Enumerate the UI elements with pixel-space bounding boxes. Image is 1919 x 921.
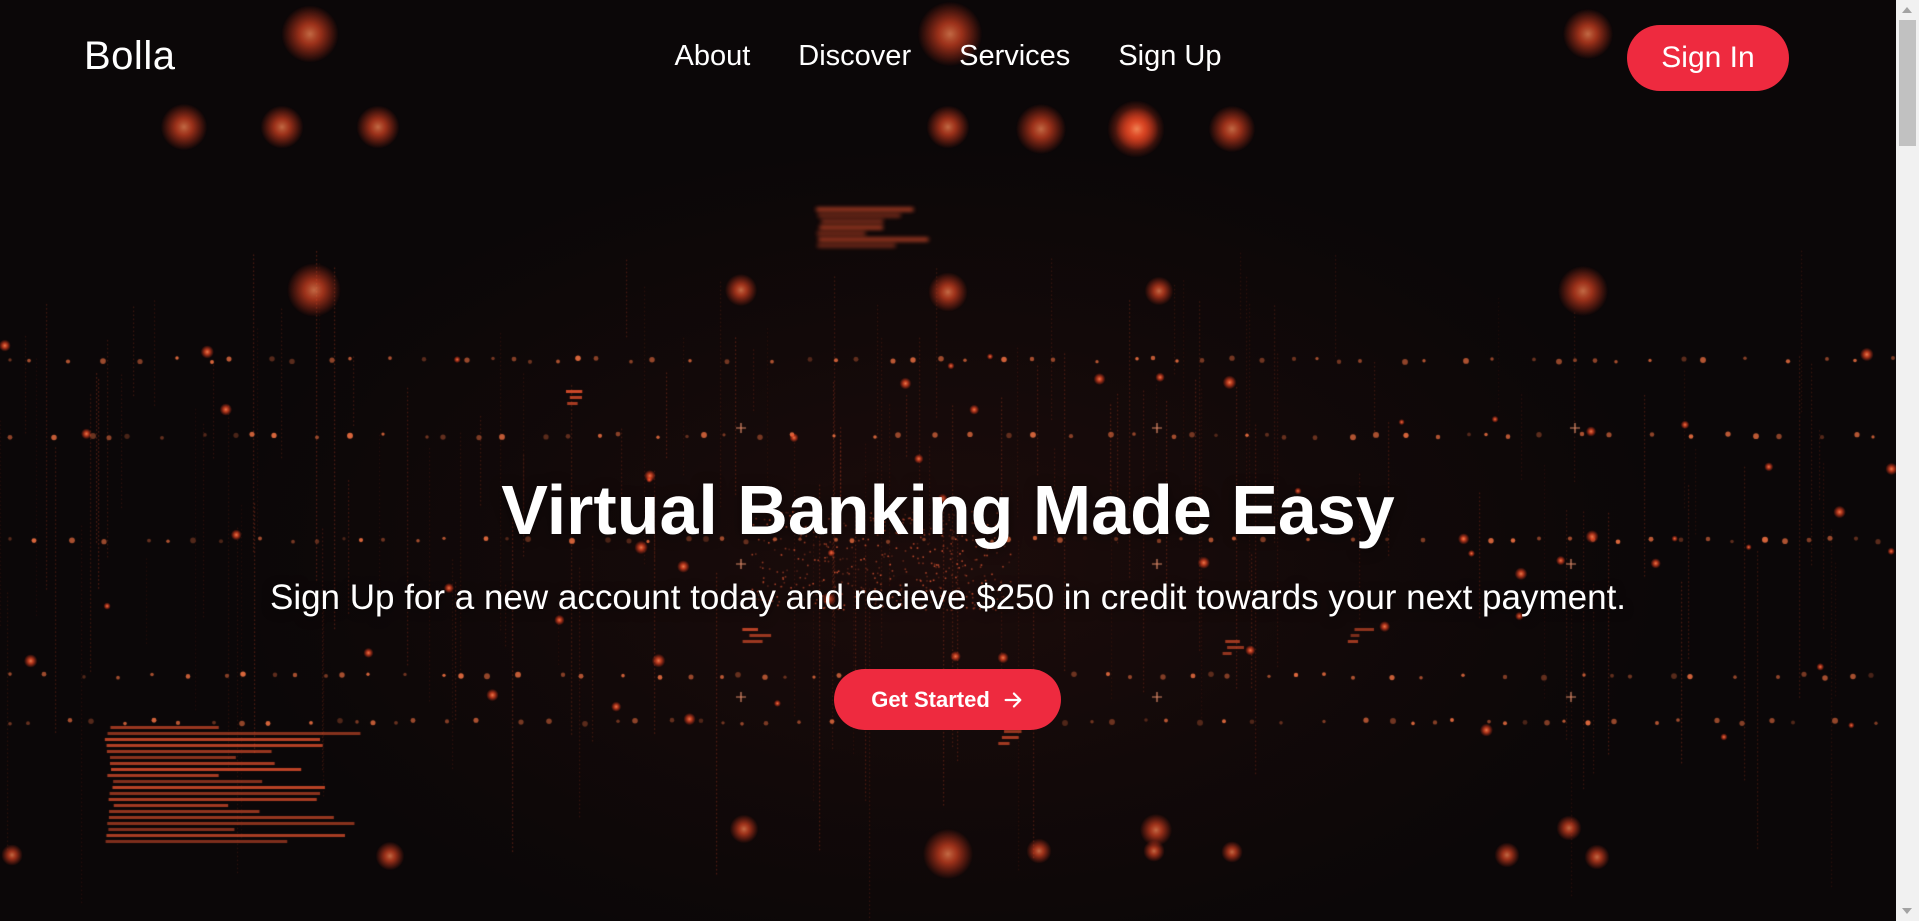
scroll-up-icon[interactable] bbox=[1902, 7, 1912, 13]
nav-item-discover[interactable]: Discover bbox=[798, 40, 911, 73]
hero-title: Virtual Banking Made Easy bbox=[501, 471, 1395, 549]
scroll-down-icon[interactable] bbox=[1902, 908, 1912, 914]
hero-subtitle: Sign Up for a new account today and reci… bbox=[269, 578, 1627, 617]
sign-in-button[interactable]: Sign In bbox=[1627, 25, 1789, 91]
get-started-label: Get Started bbox=[871, 686, 990, 712]
hero-background-image bbox=[0, 0, 1896, 921]
main-nav: About Discover Services Sign Up bbox=[0, 40, 1896, 73]
page-scrollbar[interactable] bbox=[1896, 0, 1919, 921]
page: Bolla About Discover Services Sign Up Si… bbox=[0, 0, 1919, 921]
hero-section: Bolla About Discover Services Sign Up Si… bbox=[0, 0, 1896, 921]
arrow-right-icon bbox=[1002, 689, 1024, 711]
nav-item-sign-up[interactable]: Sign Up bbox=[1118, 40, 1221, 73]
nav-item-about[interactable]: About bbox=[675, 40, 751, 73]
nav-item-services[interactable]: Services bbox=[959, 40, 1070, 73]
get-started-button[interactable]: Get Started bbox=[834, 669, 1061, 730]
scrollbar-thumb[interactable] bbox=[1899, 20, 1916, 146]
